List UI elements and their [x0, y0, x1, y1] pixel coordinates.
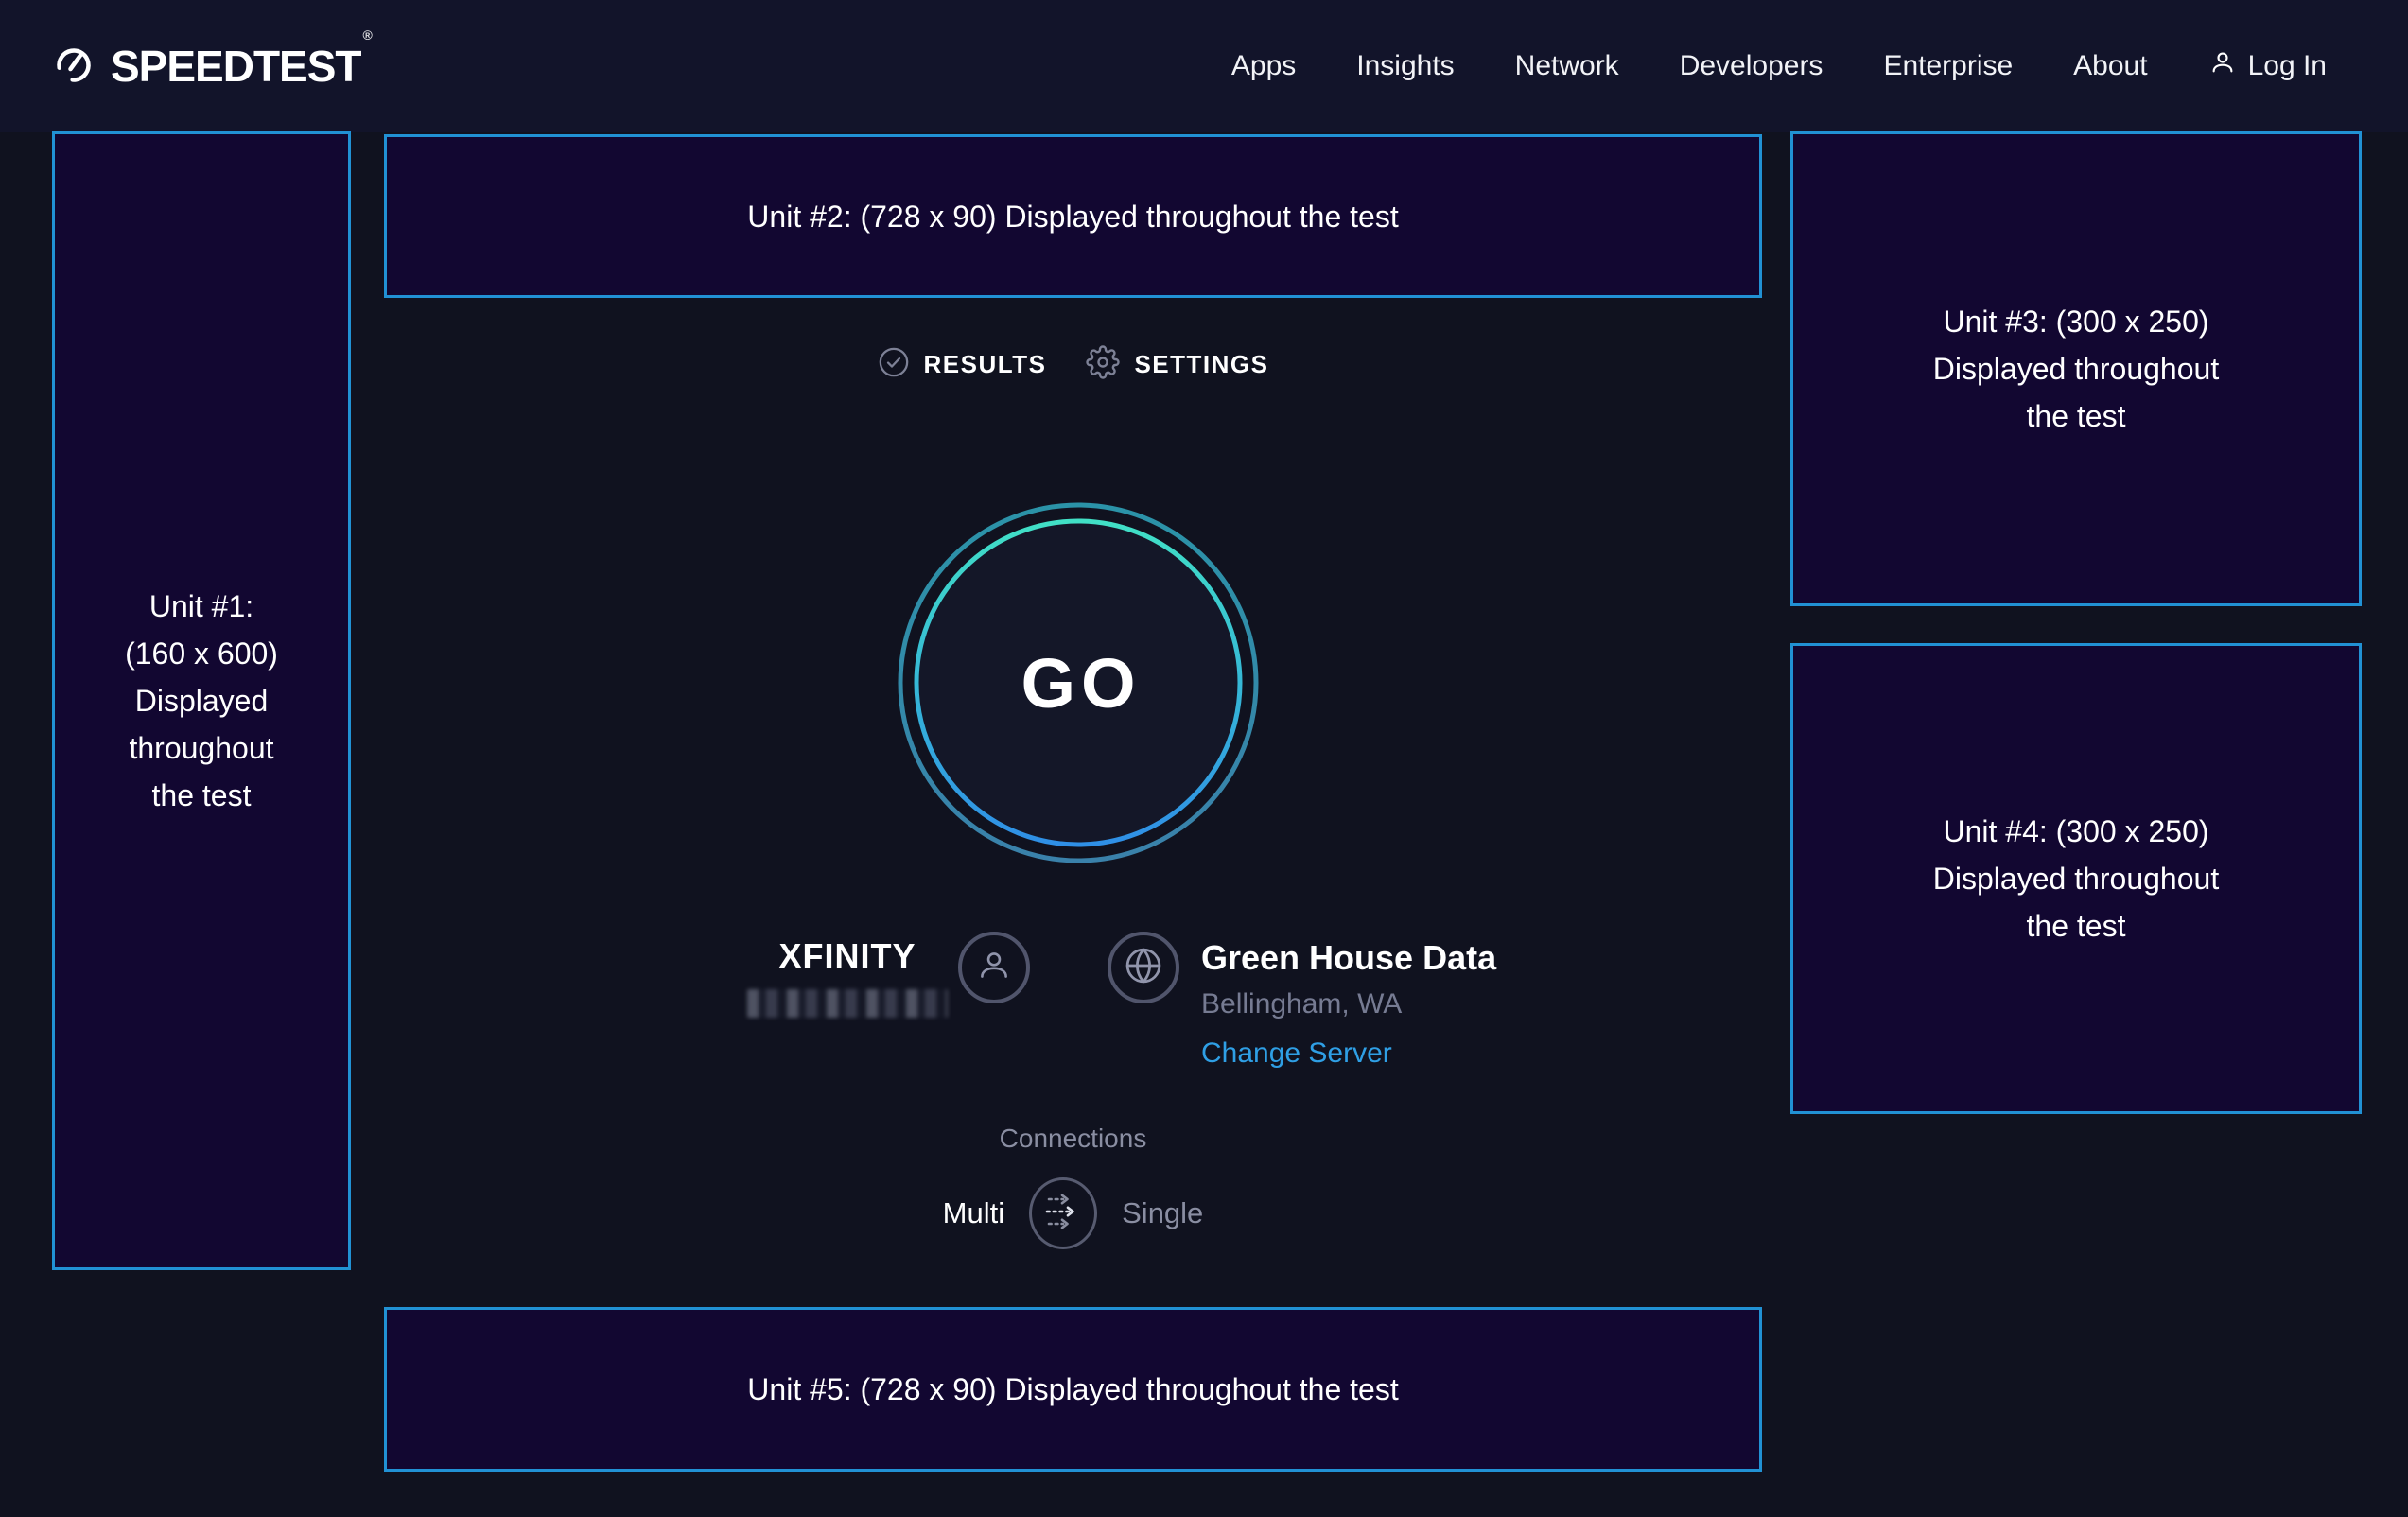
- go-label: GO: [1015, 643, 1141, 724]
- speedtest-logo[interactable]: SPEEDTEST®: [52, 41, 370, 92]
- ad-unit-3[interactable]: Unit #3: (300 x 250) Displayed throughou…: [1790, 131, 2362, 606]
- change-server-link[interactable]: Change Server: [1201, 1037, 1496, 1071]
- ad-text: Displayed: [135, 677, 269, 724]
- check-circle-icon: [878, 346, 910, 383]
- speedtest-page: SPEEDTEST® Apps Insights Network Develop…: [0, 0, 2408, 1517]
- single-label[interactable]: Single: [1122, 1196, 1203, 1230]
- ad-unit-2[interactable]: Unit #2: (728 x 90) Displayed throughout…: [384, 134, 1762, 298]
- ad-text: Displayed throughout: [1933, 855, 2219, 902]
- tab-results[interactable]: RESULTS: [878, 346, 1047, 383]
- server-avatar: [1108, 932, 1179, 1003]
- ad-text: Unit #5: (728 x 90) Displayed throughout…: [747, 1366, 1398, 1413]
- nav-item-about[interactable]: About: [2073, 50, 2147, 82]
- ad-unit-4[interactable]: Unit #4: (300 x 250) Displayed throughou…: [1790, 643, 2362, 1114]
- view-tabs: RESULTS SETTINGS: [384, 340, 1762, 388]
- isp-avatar: [958, 932, 1030, 1003]
- go-button[interactable]: GO: [889, 494, 1267, 872]
- nav-item-enterprise[interactable]: Enterprise: [1883, 50, 2013, 82]
- ad-unit-5[interactable]: Unit #5: (728 x 90) Displayed throughout…: [384, 1307, 1762, 1472]
- server-name: Green House Data: [1201, 938, 1496, 978]
- login-label: Log In: [2248, 50, 2327, 82]
- ad-text: the test: [152, 772, 252, 819]
- globe-icon: [1123, 945, 1164, 991]
- multi-label[interactable]: Multi: [943, 1196, 1004, 1230]
- ad-unit-1[interactable]: Unit #1: (160 x 600) Displayed throughou…: [52, 131, 351, 1270]
- gauge-icon: [52, 43, 96, 91]
- connections-label: Connections: [384, 1124, 1762, 1154]
- tab-settings[interactable]: SETTINGS: [1086, 345, 1268, 384]
- ad-text: Unit #1:: [149, 583, 253, 630]
- server-info: Green House Data Bellingham, WA Change S…: [1201, 938, 1496, 1071]
- connections-toggle-row: Multi Single: [384, 1177, 1762, 1249]
- nav-item-network[interactable]: Network: [1515, 50, 1619, 82]
- gear-icon: [1086, 345, 1120, 384]
- tab-settings-label: SETTINGS: [1134, 350, 1268, 379]
- ad-text: (160 x 600): [125, 630, 278, 677]
- logo-text: SPEEDTEST®: [111, 41, 370, 92]
- ad-text: the test: [2027, 902, 2126, 950]
- isp-name: XFINITY: [740, 936, 955, 976]
- top-nav-bar: SPEEDTEST® Apps Insights Network Develop…: [0, 0, 2408, 132]
- tab-results-label: RESULTS: [924, 350, 1047, 379]
- connections-toggle[interactable]: [1029, 1177, 1097, 1249]
- isp-info: XFINITY: [740, 936, 955, 1018]
- registered-mark: ®: [363, 27, 372, 43]
- ad-text: Displayed throughout: [1933, 345, 2219, 392]
- ad-text: Unit #3: (300 x 250): [1943, 298, 2208, 345]
- main-nav: Apps Insights Network Developers Enterpr…: [1231, 48, 2327, 84]
- nav-item-insights[interactable]: Insights: [1356, 50, 1454, 82]
- ad-text: throughout: [129, 724, 273, 772]
- nav-item-developers[interactable]: Developers: [1680, 50, 1823, 82]
- person-icon: [974, 946, 1014, 990]
- nav-item-apps[interactable]: Apps: [1231, 50, 1296, 82]
- ad-text: Unit #2: (728 x 90) Displayed throughout…: [747, 193, 1398, 240]
- multi-arrows-icon: [1044, 1190, 1082, 1238]
- ad-text: the test: [2027, 392, 2126, 440]
- user-icon: [2208, 48, 2237, 84]
- redacted-isp-details: [747, 989, 948, 1018]
- ad-text: Unit #4: (300 x 250): [1943, 808, 2208, 855]
- server-location: Bellingham, WA: [1201, 987, 1496, 1021]
- login-button[interactable]: Log In: [2208, 48, 2327, 84]
